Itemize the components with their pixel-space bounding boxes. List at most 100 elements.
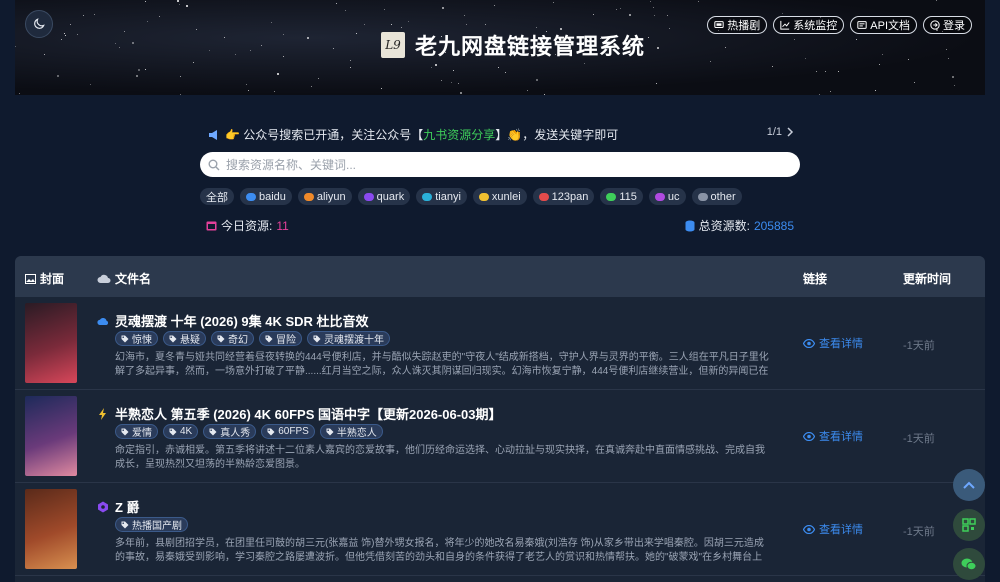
star: [383, 8, 385, 10]
resource-title[interactable]: 灵魂摆渡 十年 (2026) 9集 4K SDR 杜比音效: [97, 311, 369, 330]
login-link[interactable]: 登录: [923, 16, 972, 34]
cloud-icon: [538, 192, 549, 201]
table-row: Z 爵热播国产剧 多年前，县剧团招学员，在团里任司鼓的胡三元(张嘉益 饰)替外甥女…: [15, 483, 985, 576]
star: [816, 70, 818, 72]
star: [209, 50, 211, 52]
star: [94, 13, 96, 15]
filter-chip-label: 115: [619, 190, 637, 203]
tag[interactable]: 冒险: [259, 331, 302, 346]
cover-image[interactable]: [25, 489, 77, 569]
site-logo[interactable]: L9: [381, 32, 405, 58]
star: [400, 26, 402, 28]
api-docs-link[interactable]: API文档: [850, 16, 917, 34]
today-stat: 今日资源: 11: [206, 217, 289, 234]
filter-chip-other[interactable]: other: [691, 188, 742, 205]
star: [260, 45, 262, 47]
star: [283, 55, 285, 57]
resource-title-text: Z 爵: [115, 500, 140, 515]
star: [647, 37, 649, 39]
star: [333, 48, 334, 50]
resource-title[interactable]: Z 爵: [97, 497, 140, 516]
search-input[interactable]: [226, 157, 766, 172]
filter-chip-tianyi[interactable]: tianyi: [416, 188, 467, 205]
filter-chip-label: uc: [667, 190, 680, 203]
tag[interactable]: 奇幻: [211, 331, 254, 346]
star: [177, 0, 180, 3]
cloud-icon: [97, 317, 109, 325]
star: [234, 53, 236, 55]
filter-chip-uc[interactable]: uc: [648, 188, 686, 205]
cloud-icon: [246, 192, 256, 201]
star: [311, 86, 313, 88]
system-monitor-link[interactable]: 系统监控: [773, 16, 845, 34]
tag[interactable]: 爱情: [115, 424, 158, 439]
tag-icon: [121, 428, 129, 435]
filter-chip-all[interactable]: 全部: [200, 188, 234, 205]
theme-toggle-button[interactable]: [25, 10, 53, 38]
star: [195, 28, 197, 30]
star: [138, 69, 141, 72]
view-detail-link[interactable]: 查看详情: [803, 428, 863, 444]
header-name-label: 文件名: [115, 272, 152, 286]
star: [83, 15, 85, 17]
tag-label: 半熟恋人: [336, 428, 377, 439]
tag[interactable]: 热播国产剧: [115, 517, 188, 532]
star: [407, 21, 409, 23]
star: [710, 60, 712, 62]
filter-chip-123pan[interactable]: 123pan: [532, 188, 595, 205]
tag[interactable]: 真人秀: [203, 424, 257, 439]
star: [535, 26, 537, 28]
filter-chip-xunlei[interactable]: xunlei: [472, 188, 527, 205]
cover-image[interactable]: [25, 396, 77, 476]
star: [485, 23, 487, 25]
star: [459, 91, 462, 94]
filter-chip-baidu[interactable]: baidu: [240, 188, 292, 205]
filter-chip-label: aliyun: [316, 190, 346, 203]
hot-drama-link[interactable]: 热播剧: [707, 16, 768, 34]
view-detail-link[interactable]: 查看详情: [803, 521, 863, 537]
notice-emoji: 👏: [507, 127, 523, 142]
star: [592, 13, 594, 15]
star: [144, 1, 146, 3]
star: [628, 13, 631, 16]
view-detail-link[interactable]: 查看详情: [803, 335, 863, 351]
star: [654, 14, 656, 16]
star: [936, 0, 938, 2]
tag[interactable]: 4K: [163, 424, 199, 439]
filter-chip-115[interactable]: 115: [600, 188, 643, 205]
star: [914, 81, 916, 83]
table-row: 半熟恋人 第五季 (2026) 4K 60FPS 国语中字【更新2026-06-…: [15, 390, 985, 483]
star: [178, 3, 180, 5]
star: [451, 82, 453, 84]
star: [552, 2, 554, 4]
cloud-icon: [478, 192, 489, 201]
resource-title[interactable]: 半熟恋人 第五季 (2026) 4K 60FPS 国语中字【更新2026-06-…: [97, 404, 502, 423]
notice-account-name[interactable]: 九书资源分享: [423, 126, 495, 143]
cover-image[interactable]: [25, 303, 77, 383]
star: [223, 37, 225, 39]
star: [344, 9, 346, 11]
wechat-button[interactable]: [953, 548, 985, 580]
filter-chip-aliyun[interactable]: aliyun: [297, 188, 352, 205]
tag[interactable]: 悬疑: [163, 331, 206, 346]
star: [15, 46, 17, 48]
filter-chip-quark[interactable]: quark: [357, 188, 411, 205]
scroll-top-button[interactable]: [953, 469, 985, 501]
qrcode-button[interactable]: [953, 509, 985, 541]
notice-pager[interactable]: 1/1: [767, 126, 794, 138]
star: [668, 28, 670, 30]
star: [781, 12, 783, 14]
tag[interactable]: 半熟恋人: [319, 424, 383, 439]
tag[interactable]: 60FPS: [261, 424, 315, 439]
star: [124, 31, 126, 33]
tag[interactable]: 灵魂摆渡十年: [307, 331, 390, 346]
header-link: 链接: [803, 270, 827, 287]
star: [318, 77, 320, 79]
total-label: 总资源数:: [698, 219, 750, 233]
tag[interactable]: 惊悚: [115, 331, 158, 346]
tag-label: 4K: [180, 426, 193, 437]
cloud-icon: [697, 192, 708, 201]
star: [271, 22, 273, 24]
announcement-bar: 👉 公众号搜索已开通，关注公众号【 九书资源分享 】 👏 ，发送关键字即可 1/…: [208, 126, 794, 143]
filter-chip-label: xunlei: [491, 190, 521, 203]
